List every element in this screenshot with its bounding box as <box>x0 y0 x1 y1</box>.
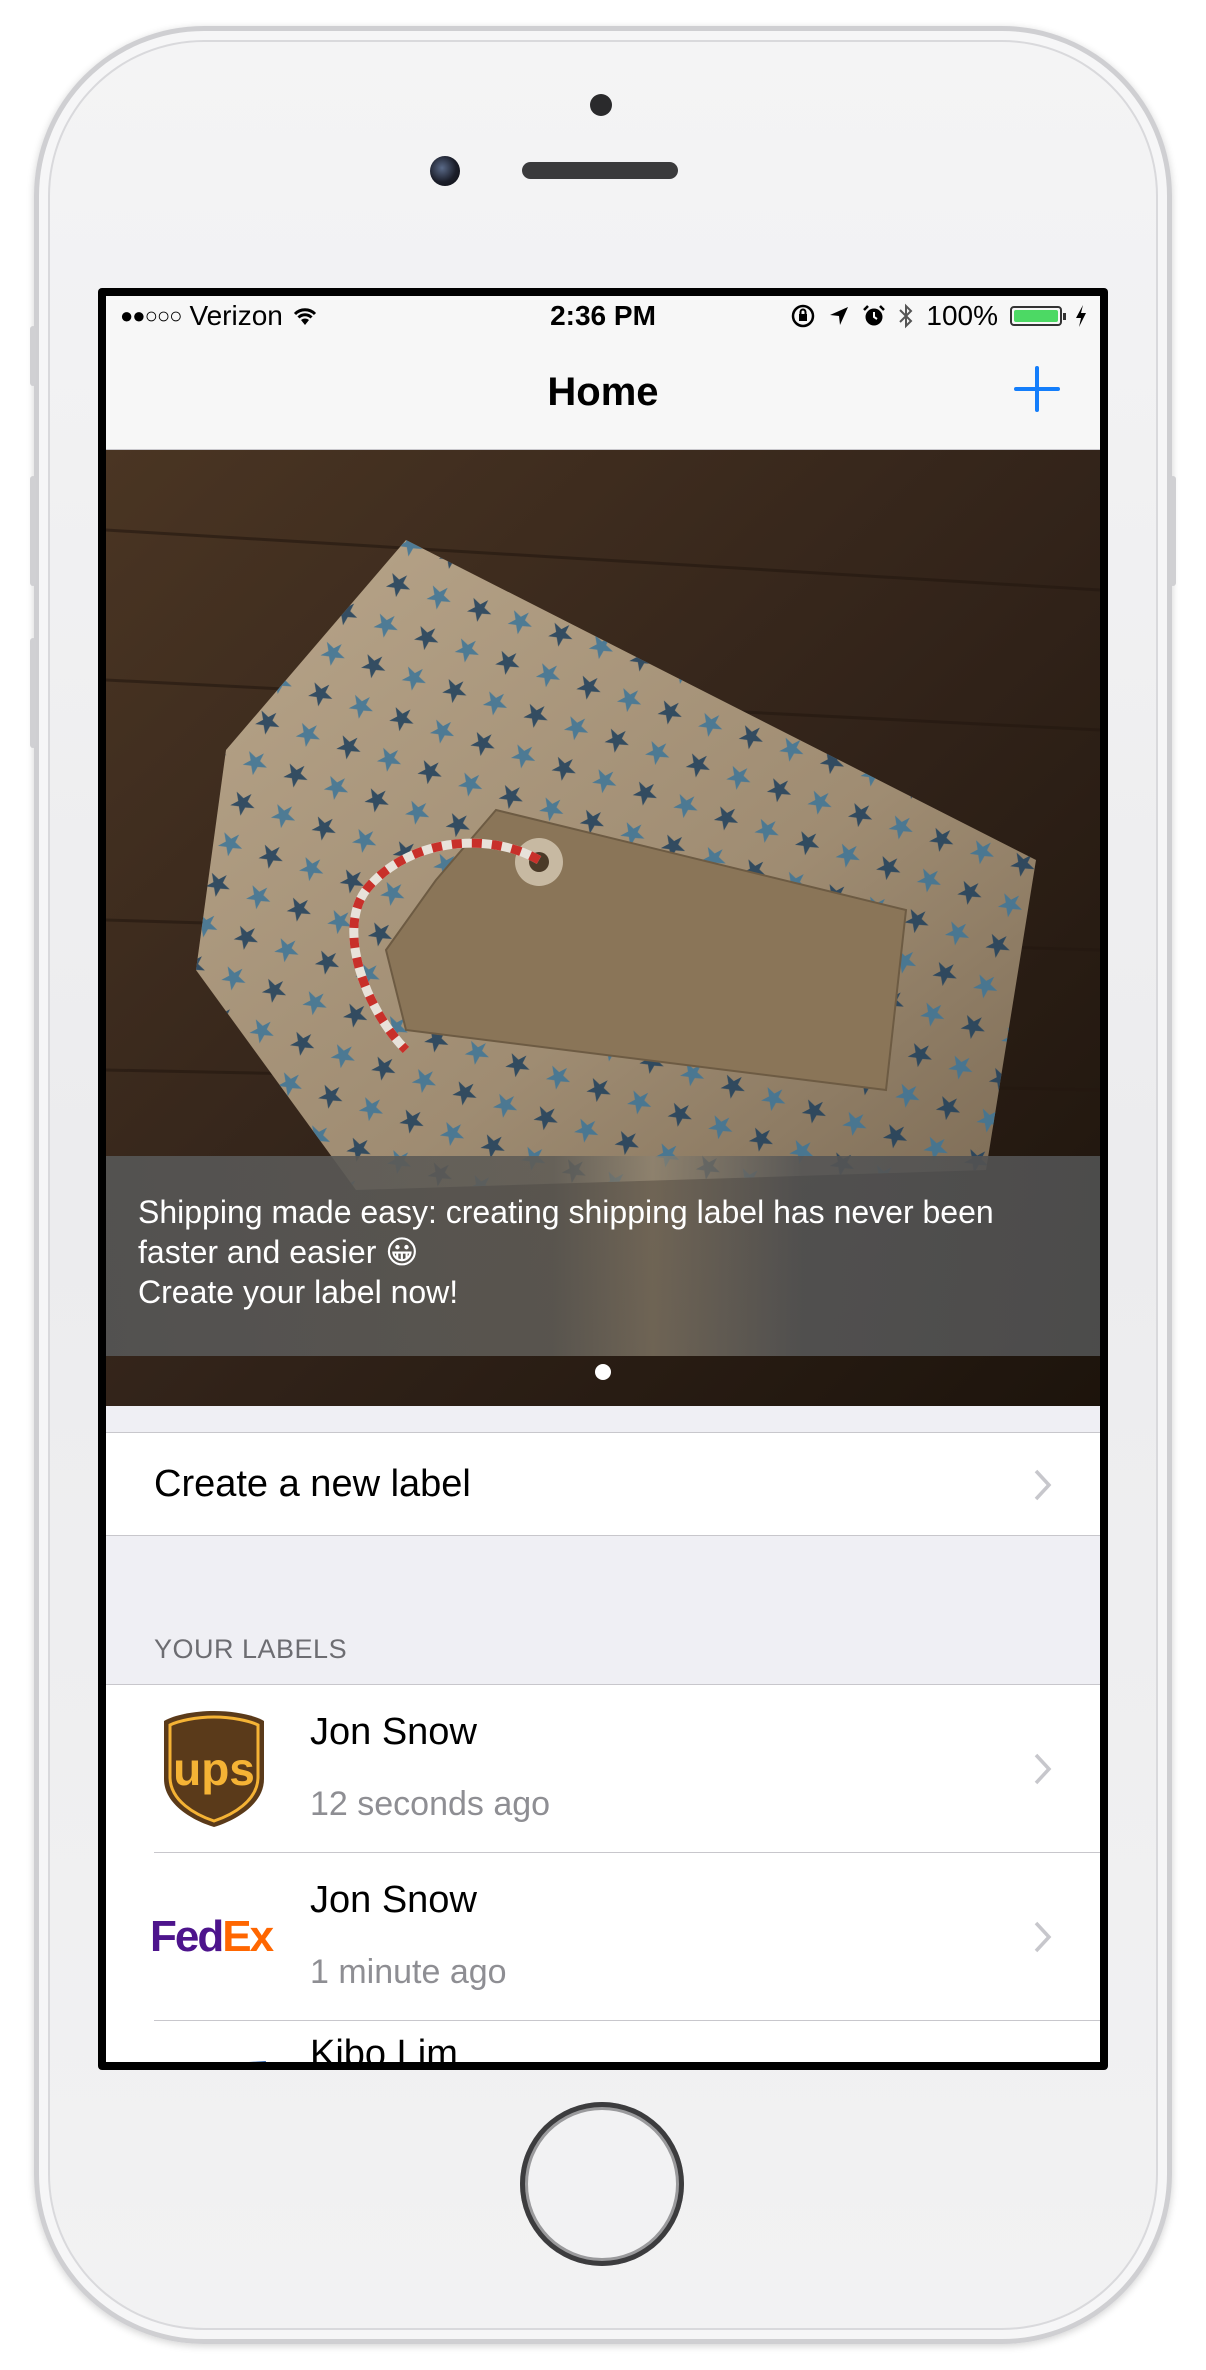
banner-caption: Shipping made easy: creating shipping la… <box>106 1156 1100 1356</box>
svg-text:FedEx: FedEx <box>150 1912 275 1961</box>
svg-text:ups: ups <box>173 1743 255 1795</box>
home-button[interactable] <box>520 2102 684 2266</box>
front-camera <box>430 156 460 186</box>
battery-level <box>1014 310 1058 322</box>
label-time: 1 minute ago <box>310 1953 507 1991</box>
promo-banner[interactable]: Shipping made easy: creating shipping la… <box>106 450 1100 1406</box>
page-title: Home <box>547 370 659 414</box>
rotation-lock-icon <box>792 304 815 328</box>
bluetooth-icon <box>899 303 913 329</box>
label-row[interactable]: ups Jon Snow 12 seconds ago <box>106 1685 1100 1853</box>
charging-bolt-icon <box>1076 305 1086 327</box>
usps-logo <box>249 2061 266 2062</box>
page-indicator-dot[interactable] <box>595 1364 611 1380</box>
section-header-your-labels: YOUR LABELS <box>154 1634 348 1664</box>
screen: ●●○○○ Verizon 2:36 PM 100% Home Shipping… <box>98 288 1108 2070</box>
create-label-text: Create a new label <box>154 1463 471 1505</box>
status-bar: ●●○○○ Verizon 2:36 PM 100% <box>106 296 1100 336</box>
label-row[interactable]: FedEx Jon Snow 1 minute ago <box>106 1853 1100 2021</box>
chevron-right-icon <box>1034 1921 1052 1953</box>
plus-icon[interactable] <box>1012 364 1062 414</box>
battery-percent: 100% <box>926 300 998 331</box>
banner-caption-line1: Shipping made easy: creating shipping la… <box>138 1194 994 1270</box>
create-label-cell[interactable]: Create a new label <box>106 1432 1100 1536</box>
fedex-logo: FedEx <box>150 1912 277 1961</box>
labels-list: ups Jon Snow 12 seconds ago FedEx Jon Sn… <box>106 1684 1100 2062</box>
app-display: ●●○○○ Verizon 2:36 PM 100% Home Shipping… <box>106 296 1100 2062</box>
label-time: 12 seconds ago <box>310 1785 551 1823</box>
banner-caption-line2: Create your label now! <box>138 1274 459 1310</box>
power-button <box>1170 476 1176 586</box>
volume-down-button <box>30 638 36 748</box>
battery-icon <box>1010 306 1066 326</box>
alarm-icon <box>863 305 886 326</box>
label-recipient: Jon Snow <box>310 1711 477 1753</box>
earpiece-speaker <box>522 162 678 179</box>
navigation-bar: Home <box>106 336 1100 450</box>
location-arrow-icon <box>830 307 849 325</box>
label-recipient: Jon Snow <box>310 1879 477 1921</box>
ups-logo: ups <box>164 1711 264 1827</box>
chevron-right-icon <box>1034 1753 1052 1785</box>
label-row[interactable]: Kibo Lim <box>106 2021 1100 2062</box>
chevron-right-icon <box>1034 1469 1052 1501</box>
volume-up-button <box>30 476 36 586</box>
mute-switch <box>30 326 36 386</box>
label-recipient: Kibo Lim <box>310 2033 458 2062</box>
proximity-sensor <box>590 94 612 116</box>
